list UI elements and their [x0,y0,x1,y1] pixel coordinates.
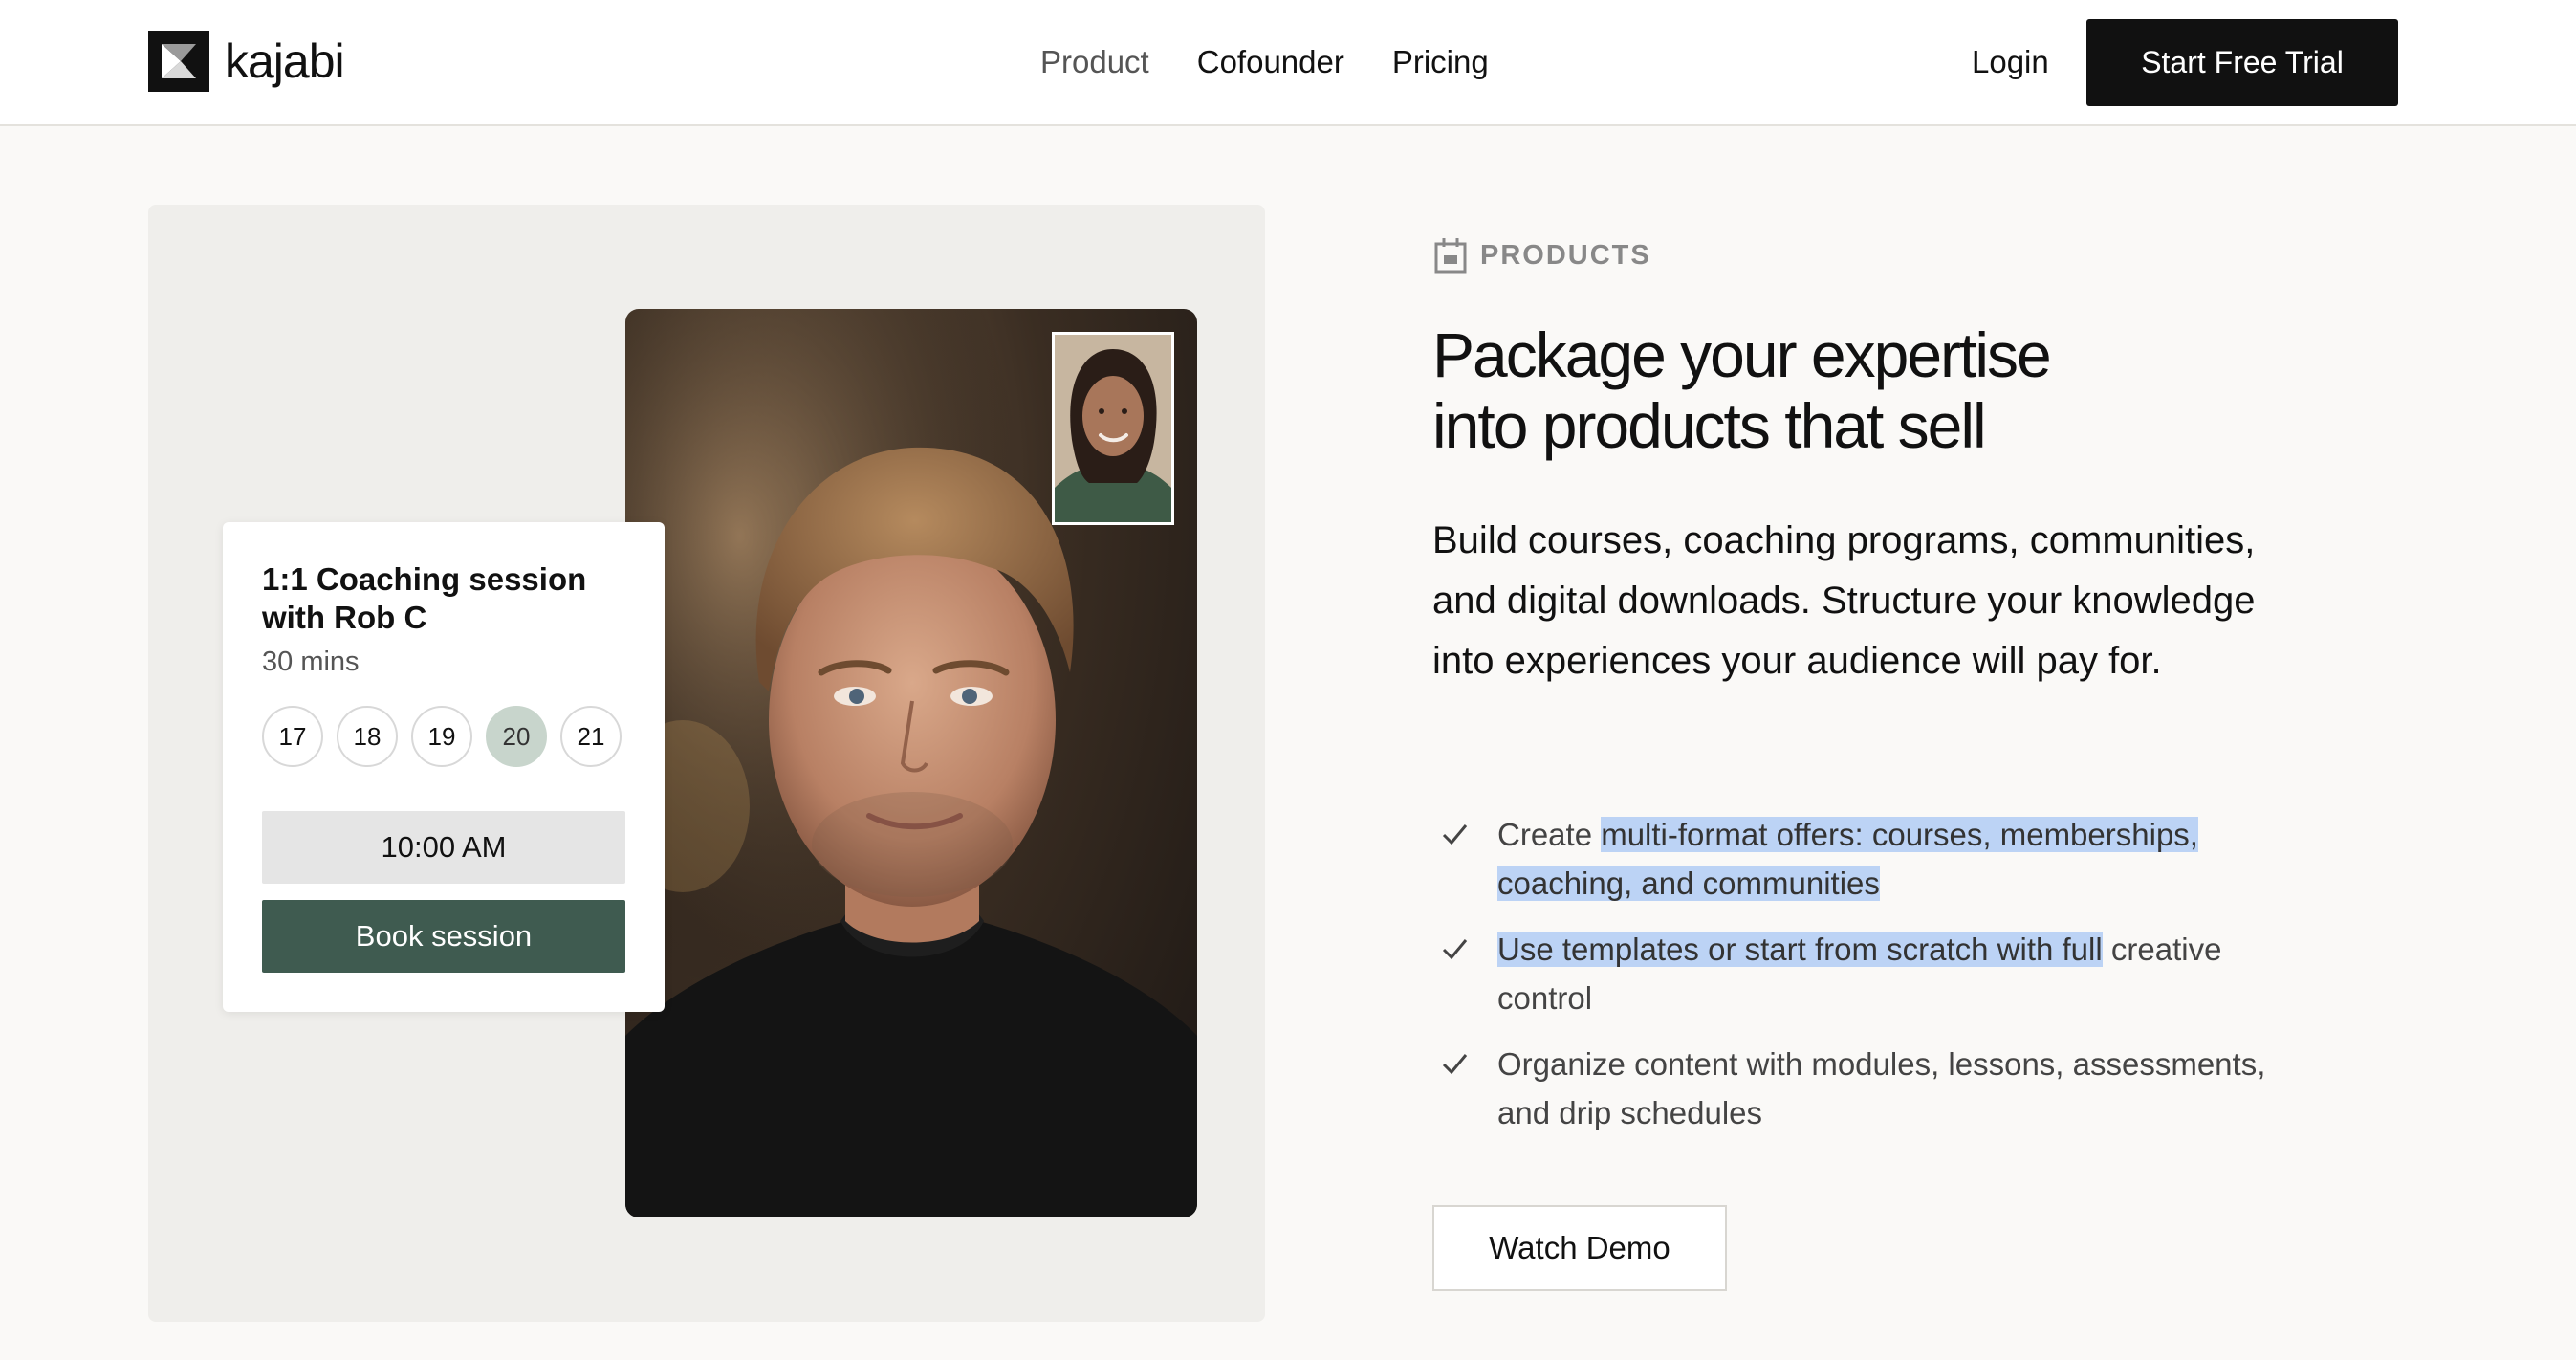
main-menu: Product Cofounder Pricing [1040,38,1537,86]
date-option-21[interactable]: 21 [560,706,622,767]
start-free-trial-button[interactable]: Start Free Trial [2086,19,2398,106]
nav-link-product[interactable]: Product [1040,38,1149,86]
calendar-icon [1434,238,1467,274]
feature-item: Use templates or start from scratch with… [1434,925,2295,1022]
participant-video-thumbnail [1052,332,1174,525]
nav-link-cofounder[interactable]: Cofounder [1197,38,1344,86]
eyebrow-label: PRODUCTS [1480,239,1651,271]
feature-item: Organize content with modules, lessons, … [1434,1040,2295,1137]
date-option-19[interactable]: 19 [411,706,472,767]
kajabi-logo-icon [148,31,209,92]
headline-line-2: into products that sell [1432,390,1987,461]
checkmark-icon [1442,824,1468,845]
login-link[interactable]: Login [1972,38,2049,86]
headline-line-1: Package your expertise [1432,319,2052,390]
date-picker: 17 18 19 20 21 [262,706,635,767]
date-option-18[interactable]: 18 [337,706,398,767]
booking-card: 1:1 Coaching session with Rob C 30 mins … [223,522,665,1012]
checkmark-icon [1442,1054,1468,1075]
booking-duration: 30 mins [262,647,360,677]
nav-link-pricing[interactable]: Pricing [1392,38,1489,86]
book-session-button[interactable]: Book session [262,900,625,973]
feature-item: Create multi-format offers: courses, mem… [1434,810,2295,908]
checkmark-icon [1442,939,1468,960]
booking-title: 1:1 Coaching session with Rob C [262,561,587,635]
feature-list: Create multi-format offers: courses, mem… [1434,810,2295,1154]
section-headline: Package your expertise into products tha… [1432,319,2293,461]
feature-text: Create [1497,817,1602,852]
top-navigation: kajabi Product Cofounder Pricing Login S… [0,0,2576,126]
kajabi-logo[interactable]: kajabi [148,31,345,92]
date-option-20-selected[interactable]: 20 [486,706,547,767]
date-option-17[interactable]: 17 [262,706,323,767]
section-eyebrow: PRODUCTS [1434,237,1651,274]
time-slot-option[interactable]: 10:00 AM [262,811,625,884]
logo-wordmark: kajabi [225,34,345,88]
feature-text-selected: multi-format offers: courses, membership… [1497,817,2198,901]
section-description: Build courses, coaching programs, commun… [1432,519,2256,682]
watch-demo-button[interactable]: Watch Demo [1432,1205,1727,1291]
feature-text-selected: Use templates or start from scratch with… [1497,932,2103,967]
feature-text: Organize content with modules, lessons, … [1497,1046,2266,1130]
